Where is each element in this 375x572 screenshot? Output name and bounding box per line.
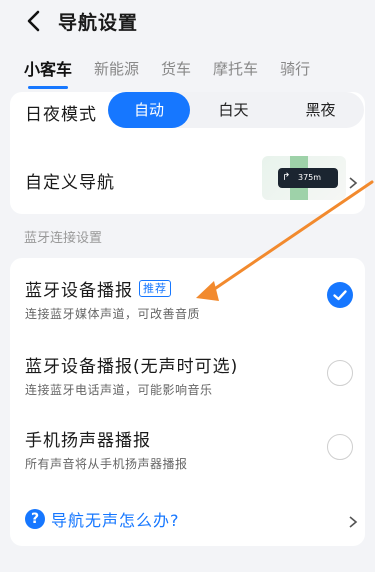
option-phone-speaker[interactable]: 手机扬声器播报 所有声音将从手机扬声器播报: [10, 426, 365, 472]
check-icon: [333, 290, 347, 301]
option-subtitle: 连接蓝牙电话声道，可能影响音乐: [25, 383, 213, 397]
question-icon: ?: [25, 509, 45, 529]
help-no-sound-link[interactable]: ? 导航无声怎么办?: [10, 504, 365, 534]
checkbox-checked[interactable]: [327, 282, 353, 308]
help-link-text: 导航无声怎么办?: [51, 511, 180, 530]
day-night-option-day[interactable]: 白天: [190, 92, 277, 128]
back-arrow-icon[interactable]: [22, 10, 44, 32]
navigation-preview-thumbnail: 375m ↱: [262, 156, 346, 200]
option-subtitle: 连接蓝牙媒体声道，可改善音质: [25, 307, 201, 321]
custom-navigation-row[interactable]: 自定义导航 375m ↱: [10, 148, 365, 212]
chevron-right-icon: [347, 174, 359, 189]
tab-new-energy[interactable]: 新能源: [94, 58, 139, 79]
option-title: 手机扬声器播报: [25, 431, 151, 451]
header-bar: 导航设置: [0, 0, 375, 42]
day-night-label: 日夜模式: [25, 104, 97, 125]
turn-arrow-icon: ↱: [282, 172, 291, 183]
bluetooth-settings-card: 蓝牙设备播报 推荐 连接蓝牙媒体声道，可改善音质 蓝牙设备播报(无声时可选) 连…: [10, 258, 365, 546]
option-title: 蓝牙设备播报: [25, 281, 133, 301]
day-night-option-night[interactable]: 黑夜: [277, 92, 364, 128]
bluetooth-section-title: 蓝牙连接设置: [24, 231, 103, 246]
option-bluetooth-media[interactable]: 蓝牙设备播报 推荐 连接蓝牙媒体声道，可改善音质: [10, 276, 365, 322]
tab-motorcycle[interactable]: 摩托车: [213, 58, 258, 79]
day-night-segmented-control[interactable]: 自动 白天 黑夜: [108, 92, 364, 128]
tab-car[interactable]: 小客车: [24, 56, 72, 89]
option-title-row: 蓝牙设备播报 推荐: [25, 276, 365, 301]
tab-truck[interactable]: 货车: [161, 58, 191, 79]
chevron-right-icon: [347, 513, 359, 528]
page-title: 导航设置: [58, 11, 139, 34]
preview-distance-text: 375m: [298, 173, 322, 182]
option-bluetooth-phone[interactable]: 蓝牙设备播报(无声时可选) 连接蓝牙电话声道，可能影响音乐: [10, 352, 365, 398]
custom-navigation-label: 自定义导航: [25, 172, 115, 193]
display-settings-card: 日夜模式 自动 白天 黑夜 自定义导航 375m ↱: [10, 92, 365, 214]
option-title-row: 手机扬声器播报: [25, 426, 365, 451]
vehicle-tabs: 小客车 新能源 货车 摩托车 骑行: [0, 42, 375, 94]
day-night-option-auto[interactable]: 自动: [108, 92, 190, 128]
recommended-tag: 推荐: [139, 280, 171, 297]
option-title: 蓝牙设备播报(无声时可选): [25, 357, 239, 377]
checkbox-unchecked[interactable]: [327, 360, 353, 386]
tab-cycling[interactable]: 骑行: [280, 58, 310, 79]
option-subtitle: 所有声音将从手机扬声器播报: [25, 457, 188, 471]
checkbox-unchecked[interactable]: [327, 434, 353, 460]
option-title-row: 蓝牙设备播报(无声时可选): [25, 352, 365, 377]
